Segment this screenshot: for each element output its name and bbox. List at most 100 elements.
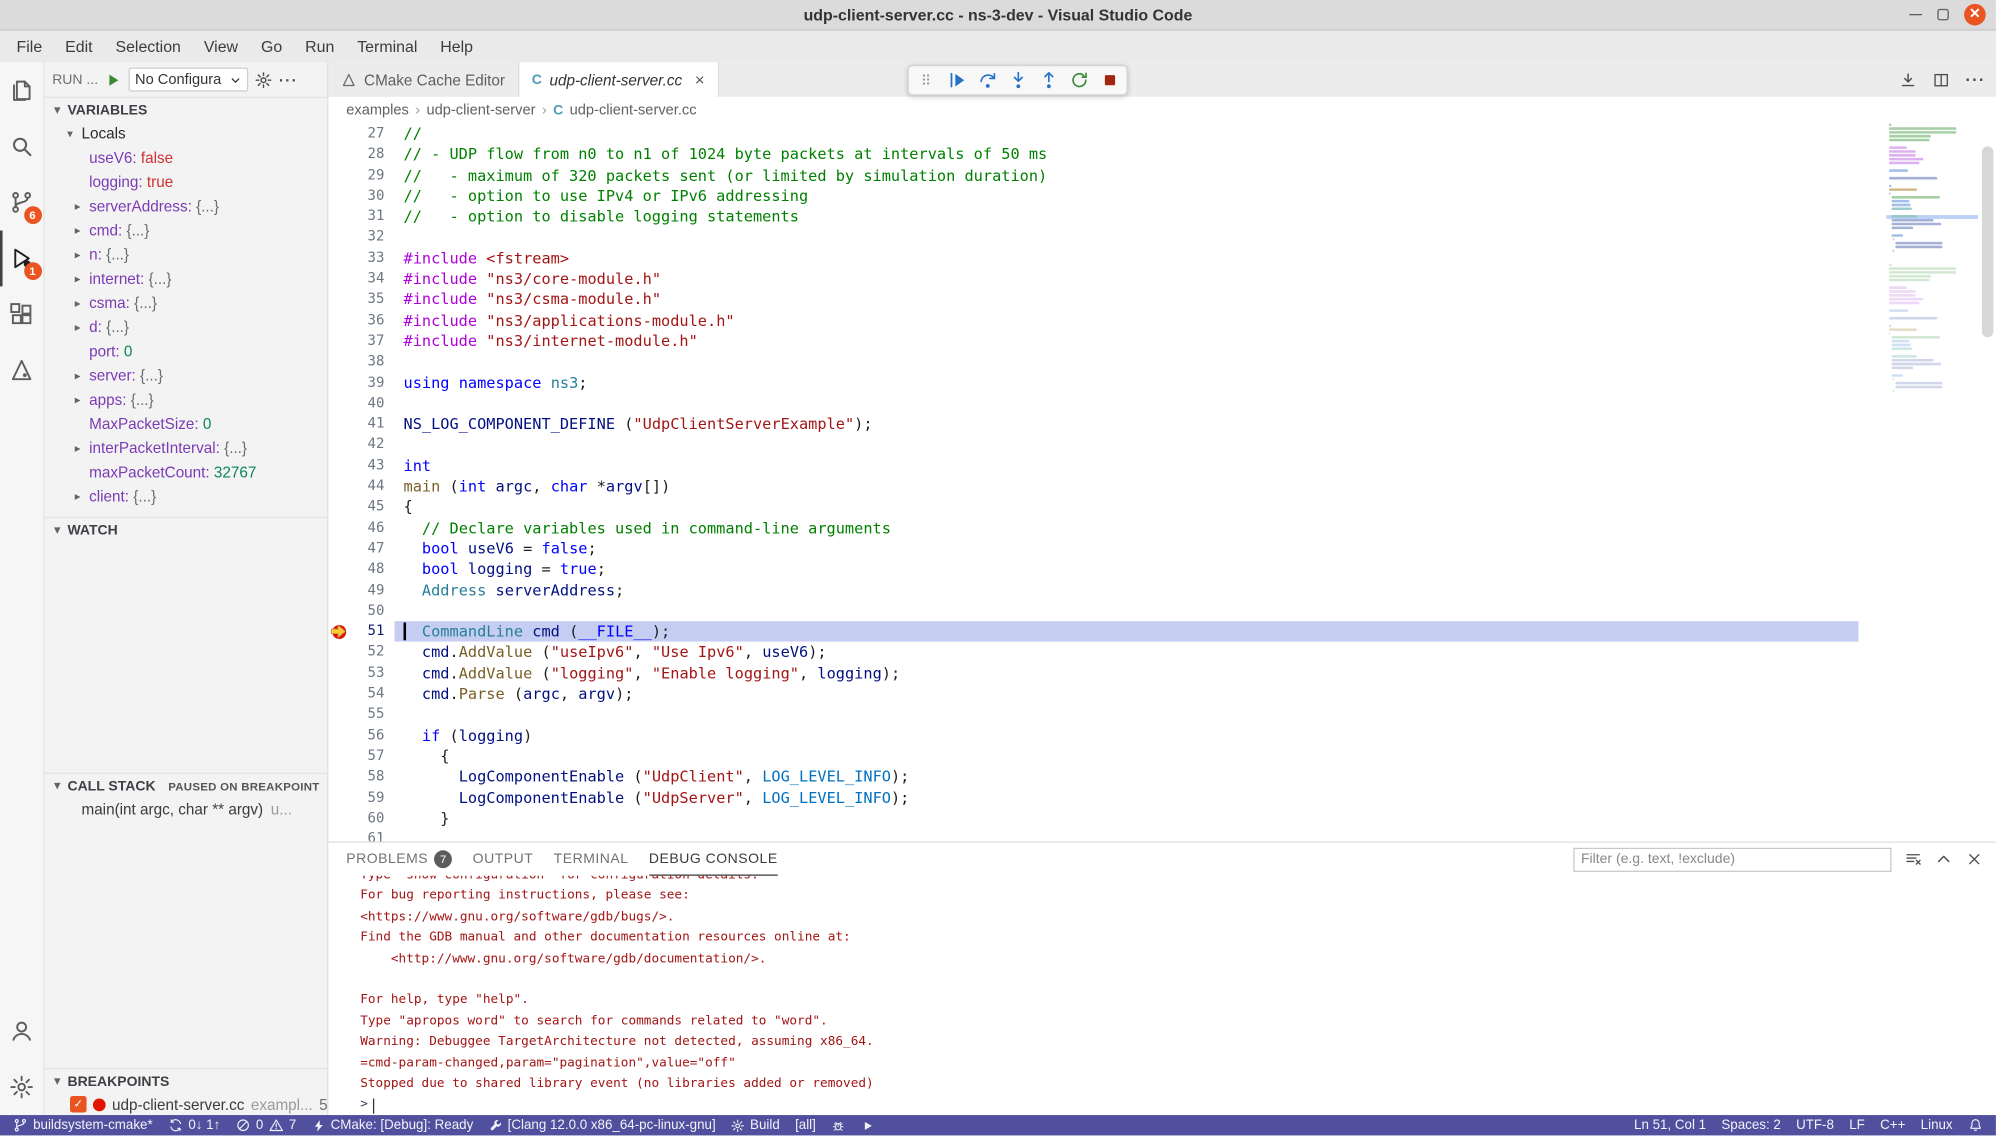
code-line-45[interactable]: 45{: [328, 497, 1858, 518]
gear-icon[interactable]: [255, 71, 273, 89]
code-line-47[interactable]: 47 bool useV6 = false;: [328, 538, 1858, 559]
line-number[interactable]: 56: [328, 725, 384, 746]
line-number[interactable]: 45: [328, 497, 384, 518]
start-debug-button[interactable]: [104, 71, 122, 89]
code-line-27[interactable]: 27//: [328, 123, 1858, 144]
remote-os[interactable]: Linux: [1913, 1115, 1960, 1135]
tab-terminal[interactable]: TERMINAL: [554, 843, 629, 876]
minimap[interactable]: [1886, 123, 1978, 841]
code-line-36[interactable]: 36#include "ns3/applications-module.h": [328, 310, 1858, 331]
chevron-right-icon[interactable]: ▸: [70, 195, 85, 219]
cmake-build-button[interactable]: Build: [723, 1115, 787, 1135]
close-tab-icon[interactable]: ×: [695, 71, 705, 88]
line-number[interactable]: 38: [328, 352, 384, 373]
code-line-34[interactable]: 34#include "ns3/core-module.h": [328, 269, 1858, 290]
stop-button[interactable]: [1096, 67, 1123, 94]
code-line-57[interactable]: 57 {: [328, 746, 1858, 767]
code-line-32[interactable]: 32: [328, 227, 1858, 248]
code-line-53[interactable]: 53 cmd.AddValue ("logging", "Enable logg…: [328, 663, 1858, 684]
breakpoint-checkbox[interactable]: ✓: [70, 1096, 87, 1113]
cmake-icon[interactable]: [0, 342, 44, 398]
run-status[interactable]: [853, 1115, 882, 1135]
scope-locals[interactable]: ▾ Locals: [45, 122, 328, 146]
line-number[interactable]: 50: [328, 601, 384, 622]
breadcrumb-udp-client-server[interactable]: udp-client-server: [427, 102, 536, 117]
tab-problems[interactable]: PROBLEMS 7: [346, 843, 452, 876]
code-line-37[interactable]: 37#include "ns3/internet-module.h": [328, 331, 1858, 352]
line-number[interactable]: 28: [328, 144, 384, 165]
chevron-right-icon[interactable]: ▸: [70, 485, 85, 509]
code-line-51[interactable]: 51 CommandLine cmd (__FILE__);: [328, 621, 1858, 642]
debug-console-output[interactable]: Type "show configuration" for configurat…: [328, 876, 1995, 1115]
line-number[interactable]: 32: [328, 227, 384, 248]
drag-handle-icon[interactable]: ⠿: [913, 67, 940, 94]
code-line-56[interactable]: 56 if (logging): [328, 725, 1858, 746]
breakpoints-header[interactable]: ▾ BREAKPOINTS: [45, 1069, 328, 1093]
variable-row[interactable]: ▸d: {...}: [45, 316, 328, 340]
console-prompt[interactable]: >: [360, 1095, 1996, 1115]
code-line-60[interactable]: 60 }: [328, 808, 1858, 829]
line-number[interactable]: 30: [328, 186, 384, 207]
problems-status[interactable]: 0 7: [228, 1115, 304, 1135]
code-line-50[interactable]: 50: [328, 601, 1858, 622]
code-line-33[interactable]: 33#include <fstream>: [328, 248, 1858, 269]
variable-row[interactable]: ▸client: {...}: [45, 485, 328, 509]
line-number[interactable]: 47: [328, 538, 384, 559]
variable-row[interactable]: ▸server: {...}: [45, 364, 328, 388]
cmake-status[interactable]: CMake: [Debug]: Ready: [304, 1115, 481, 1135]
line-number[interactable]: 37: [328, 331, 384, 352]
step-over-button[interactable]: [974, 67, 1001, 94]
code-line-46[interactable]: 46 // Declare variables used in command-…: [328, 518, 1858, 539]
chevron-right-icon[interactable]: ▸: [70, 219, 85, 243]
chevron-right-icon[interactable]: ▸: [70, 364, 85, 388]
menu-go[interactable]: Go: [250, 31, 294, 63]
line-number[interactable]: 54: [328, 684, 384, 705]
git-sync-status[interactable]: 0↓ 1↑: [160, 1115, 228, 1135]
code-line-43[interactable]: 43int: [328, 455, 1858, 476]
more-actions-icon[interactable]: ···: [1965, 70, 1985, 89]
variable-row[interactable]: port: 0: [45, 340, 328, 364]
code-line-30[interactable]: 30// - option to use IPv4 or IPv6 addres…: [328, 186, 1858, 207]
line-number[interactable]: 57: [328, 746, 384, 767]
chevron-right-icon[interactable]: ▸: [70, 316, 85, 340]
tab-cmake-cache-editor[interactable]: CMake Cache Editor: [328, 62, 519, 96]
source-control-icon[interactable]: 6: [0, 174, 44, 230]
code-line-31[interactable]: 31// - option to disable logging stateme…: [328, 206, 1858, 227]
line-number[interactable]: 53: [328, 663, 384, 684]
line-number[interactable]: 41: [328, 414, 384, 435]
close-icon[interactable]: ✕: [1964, 4, 1986, 26]
code-editor[interactable]: 27//28// - UDP flow from n0 to n1 of 102…: [328, 123, 1995, 841]
continue-button[interactable]: [943, 67, 970, 94]
chevron-right-icon[interactable]: ▸: [70, 267, 85, 291]
variable-row[interactable]: ▸n: {...}: [45, 243, 328, 267]
line-number[interactable]: 31: [328, 206, 384, 227]
notifications[interactable]: [1960, 1115, 1991, 1135]
settings-gear-icon[interactable]: [0, 1059, 44, 1115]
line-number[interactable]: 44: [328, 476, 384, 497]
chevron-right-icon[interactable]: ▸: [70, 437, 85, 461]
account-icon[interactable]: [0, 1003, 44, 1059]
code-line-28[interactable]: 28// - UDP flow from n0 to n1 of 1024 by…: [328, 144, 1858, 165]
line-number[interactable]: 48: [328, 559, 384, 580]
code-line-42[interactable]: 42: [328, 435, 1858, 456]
menu-edit[interactable]: Edit: [54, 31, 104, 63]
line-number[interactable]: 27: [328, 123, 384, 144]
cmake-kit-status[interactable]: [Clang 12.0.0 x86_64-pc-linux-gnu]: [481, 1115, 723, 1135]
explorer-icon[interactable]: [0, 62, 44, 118]
line-number[interactable]: 46: [328, 518, 384, 539]
restart-button[interactable]: [1065, 67, 1092, 94]
code-line-49[interactable]: 49 Address serverAddress;: [328, 580, 1858, 601]
variable-row[interactable]: ▸interPacketInterval: {...}: [45, 437, 328, 461]
step-out-button[interactable]: [1035, 67, 1062, 94]
more-actions-icon[interactable]: ···: [279, 71, 298, 89]
debug-config-dropdown[interactable]: No Configura: [129, 67, 249, 91]
close-panel-icon[interactable]: [1965, 850, 1983, 868]
code-line-44[interactable]: 44main (int argc, char *argv[]): [328, 476, 1858, 497]
search-icon[interactable]: [0, 118, 44, 174]
encoding[interactable]: UTF-8: [1788, 1115, 1841, 1135]
variable-row[interactable]: useV6: false: [45, 146, 328, 170]
tab-output[interactable]: OUTPUT: [473, 843, 534, 876]
menu-terminal[interactable]: Terminal: [346, 31, 429, 63]
line-number[interactable]: 55: [328, 704, 384, 725]
variable-row[interactable]: maxPacketCount: 32767: [45, 461, 328, 485]
